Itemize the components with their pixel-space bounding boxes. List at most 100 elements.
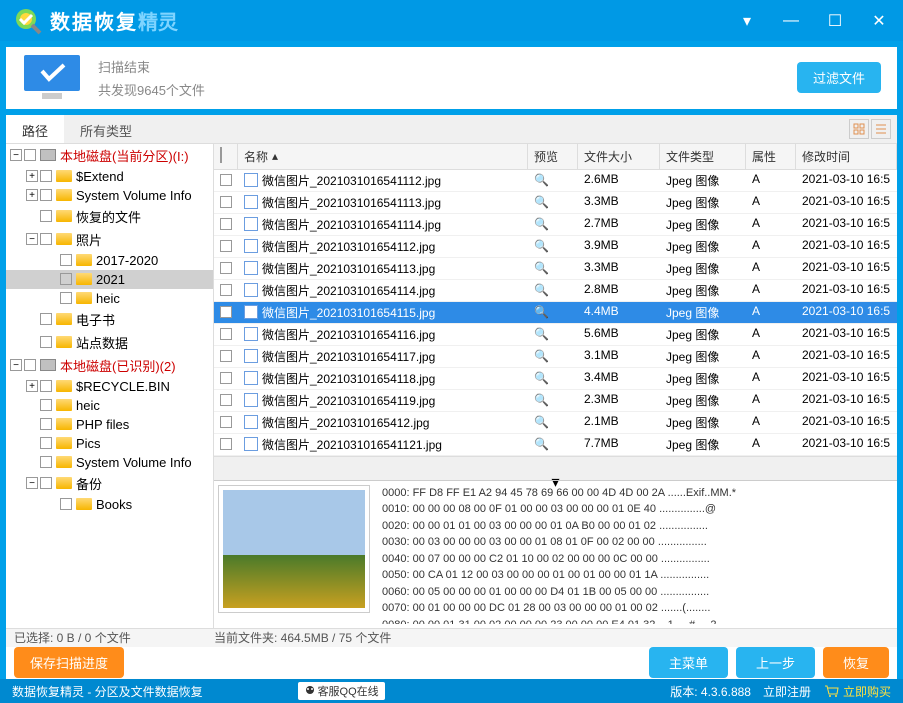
table-row[interactable]: 微信图片_2021031016541114.jpg 🔍 2.7MB Jpeg 图…	[214, 214, 897, 236]
tree-site[interactable]: 站点数据	[6, 331, 213, 354]
tree-php[interactable]: PHP files	[6, 415, 213, 434]
table-row[interactable]: 微信图片_2021031016541121.jpg 🔍 7.7MB Jpeg 图…	[214, 434, 897, 456]
checkbox[interactable]	[220, 240, 232, 252]
view-list-button[interactable]	[871, 119, 891, 139]
tree-photos[interactable]: −照片	[6, 228, 213, 251]
col-attr[interactable]: 属性	[746, 144, 796, 169]
dropdown-icon[interactable]: ▾	[735, 9, 759, 33]
back-button[interactable]: 上一步	[736, 647, 815, 678]
col-preview[interactable]: 预览	[528, 144, 578, 169]
titlebar[interactable]: 数据恢复精灵 ▾ — ☐ ✕	[0, 0, 903, 41]
collapse-icon[interactable]: −	[10, 149, 22, 161]
file-type: Jpeg 图像	[660, 412, 746, 433]
magnifier-icon[interactable]: 🔍	[534, 415, 549, 429]
tab-all-types[interactable]: 所有类型	[64, 115, 148, 143]
col-size[interactable]: 文件大小	[578, 144, 660, 169]
table-row[interactable]: 微信图片_202103101654112.jpg 🔍 3.9MB Jpeg 图像…	[214, 236, 897, 258]
tree-extend[interactable]: +$Extend	[6, 167, 213, 186]
preview-splitter[interactable]: ▾	[214, 472, 897, 480]
checkbox[interactable]	[220, 328, 232, 340]
checkbox[interactable]	[220, 306, 232, 318]
file-type: Jpeg 图像	[660, 368, 746, 389]
magnifier-icon[interactable]: 🔍	[534, 437, 549, 451]
checkbox[interactable]	[220, 218, 232, 230]
buy-link[interactable]: 立即购买	[823, 683, 891, 700]
checkbox[interactable]	[220, 262, 232, 274]
checkbox[interactable]	[24, 149, 36, 161]
tree-heic2[interactable]: heic	[6, 396, 213, 415]
magnifier-icon[interactable]: 🔍	[534, 393, 549, 407]
tree-drive-recognized[interactable]: −本地磁盘(已识别)(2)	[6, 354, 213, 377]
folder-tree[interactable]: −本地磁盘(当前分区)(I:) +$Extend +System Volume …	[6, 144, 214, 628]
folder-info: 当前文件夹: 464.5MB / 75 个文件	[214, 629, 889, 646]
checkbox[interactable]	[220, 394, 232, 406]
save-scan-button[interactable]: 保存扫描进度	[14, 647, 124, 678]
col-type[interactable]: 文件类型	[660, 144, 746, 169]
table-row[interactable]: 微信图片_202103101654116.jpg 🔍 5.6MB Jpeg 图像…	[214, 324, 897, 346]
tree-ebook[interactable]: 电子书	[6, 308, 213, 331]
table-row[interactable]: 微信图片_202103101654113.jpg 🔍 3.3MB Jpeg 图像…	[214, 258, 897, 280]
tree-svi[interactable]: +System Volume Info	[6, 186, 213, 205]
file-size: 3.1MB	[578, 346, 660, 367]
main-menu-button[interactable]: 主菜单	[649, 647, 728, 678]
maximize-button[interactable]: ☐	[823, 9, 847, 33]
magnifier-icon[interactable]: 🔍	[534, 349, 549, 363]
col-date[interactable]: 修改时间	[796, 144, 897, 169]
file-list-table[interactable]: 名称▴ 预览 文件大小 文件类型 属性 修改时间 微信图片_2021031016…	[214, 144, 897, 456]
magnifier-icon[interactable]: 🔍	[534, 327, 549, 341]
file-icon	[244, 195, 258, 209]
tree-backup[interactable]: −备份	[6, 472, 213, 495]
checkbox[interactable]	[220, 350, 232, 362]
table-row[interactable]: 微信图片_2021031016541112.jpg 🔍 2.6MB Jpeg 图…	[214, 170, 897, 192]
table-row[interactable]: 微信图片_202103101654118.jpg 🔍 3.4MB Jpeg 图像…	[214, 368, 897, 390]
checkbox[interactable]	[220, 284, 232, 296]
file-type: Jpeg 图像	[660, 346, 746, 367]
qq-support-button[interactable]: 客服QQ在线	[298, 682, 385, 700]
col-name[interactable]: 名称▴	[238, 144, 528, 169]
col-checkbox[interactable]	[214, 144, 238, 169]
view-grid-button[interactable]	[849, 119, 869, 139]
tree-recycle[interactable]: +$RECYCLE.BIN	[6, 377, 213, 396]
magnifier-icon[interactable]: 🔍	[534, 261, 549, 275]
expand-icon[interactable]: +	[26, 170, 38, 182]
tab-path[interactable]: 路径	[6, 115, 64, 143]
file-attr: A	[746, 324, 796, 345]
recover-button[interactable]: 恢复	[823, 647, 889, 678]
tree-svi2[interactable]: System Volume Info	[6, 453, 213, 472]
filter-files-button[interactable]: 过滤文件	[797, 62, 881, 93]
table-row[interactable]: 微信图片_202103101654115.jpg 🔍 4.4MB Jpeg 图像…	[214, 302, 897, 324]
app-logo: 数据恢复精灵	[12, 5, 178, 37]
table-row[interactable]: 微信图片_202103101654117.jpg 🔍 3.1MB Jpeg 图像…	[214, 346, 897, 368]
magnifier-icon[interactable]: 🔍	[534, 371, 549, 385]
checkbox[interactable]	[220, 416, 232, 428]
close-button[interactable]: ✕	[867, 9, 891, 33]
minimize-button[interactable]: —	[779, 9, 803, 33]
table-row[interactable]: 微信图片_202103101654114.jpg 🔍 2.8MB Jpeg 图像…	[214, 280, 897, 302]
checkbox[interactable]	[220, 438, 232, 450]
magnifier-icon[interactable]: 🔍	[534, 195, 549, 209]
file-type: Jpeg 图像	[660, 390, 746, 411]
horizontal-scrollbar[interactable]	[214, 456, 897, 472]
checkbox[interactable]	[220, 174, 232, 186]
tree-drive-current[interactable]: −本地磁盘(当前分区)(I:)	[6, 144, 213, 167]
file-icon	[244, 239, 258, 253]
tree-2017-2020[interactable]: 2017-2020	[6, 251, 213, 270]
magnifier-icon[interactable]: 🔍	[534, 217, 549, 231]
magnifier-icon[interactable]: 🔍	[534, 239, 549, 253]
checkbox[interactable]	[220, 196, 232, 208]
magnifier-icon[interactable]: 🔍	[534, 305, 549, 319]
tree-heic[interactable]: heic	[6, 289, 213, 308]
table-row[interactable]: 微信图片_2021031016541113.jpg 🔍 3.3MB Jpeg 图…	[214, 192, 897, 214]
tree-books[interactable]: Books	[6, 495, 213, 514]
magnifier-icon[interactable]: 🔍	[534, 173, 549, 187]
table-row[interactable]: 微信图片_20210310165412.jpg 🔍 2.1MB Jpeg 图像 …	[214, 412, 897, 434]
tree-pics[interactable]: Pics	[6, 434, 213, 453]
tree-2021[interactable]: 2021	[6, 270, 213, 289]
file-size: 3.9MB	[578, 236, 660, 257]
version-label: 版本: 4.3.6.888	[670, 683, 751, 700]
register-link[interactable]: 立即注册	[763, 683, 811, 700]
tree-recovered[interactable]: 恢复的文件	[6, 205, 213, 228]
table-row[interactable]: 微信图片_202103101654119.jpg 🔍 2.3MB Jpeg 图像…	[214, 390, 897, 412]
checkbox[interactable]	[220, 372, 232, 384]
magnifier-icon[interactable]: 🔍	[534, 283, 549, 297]
